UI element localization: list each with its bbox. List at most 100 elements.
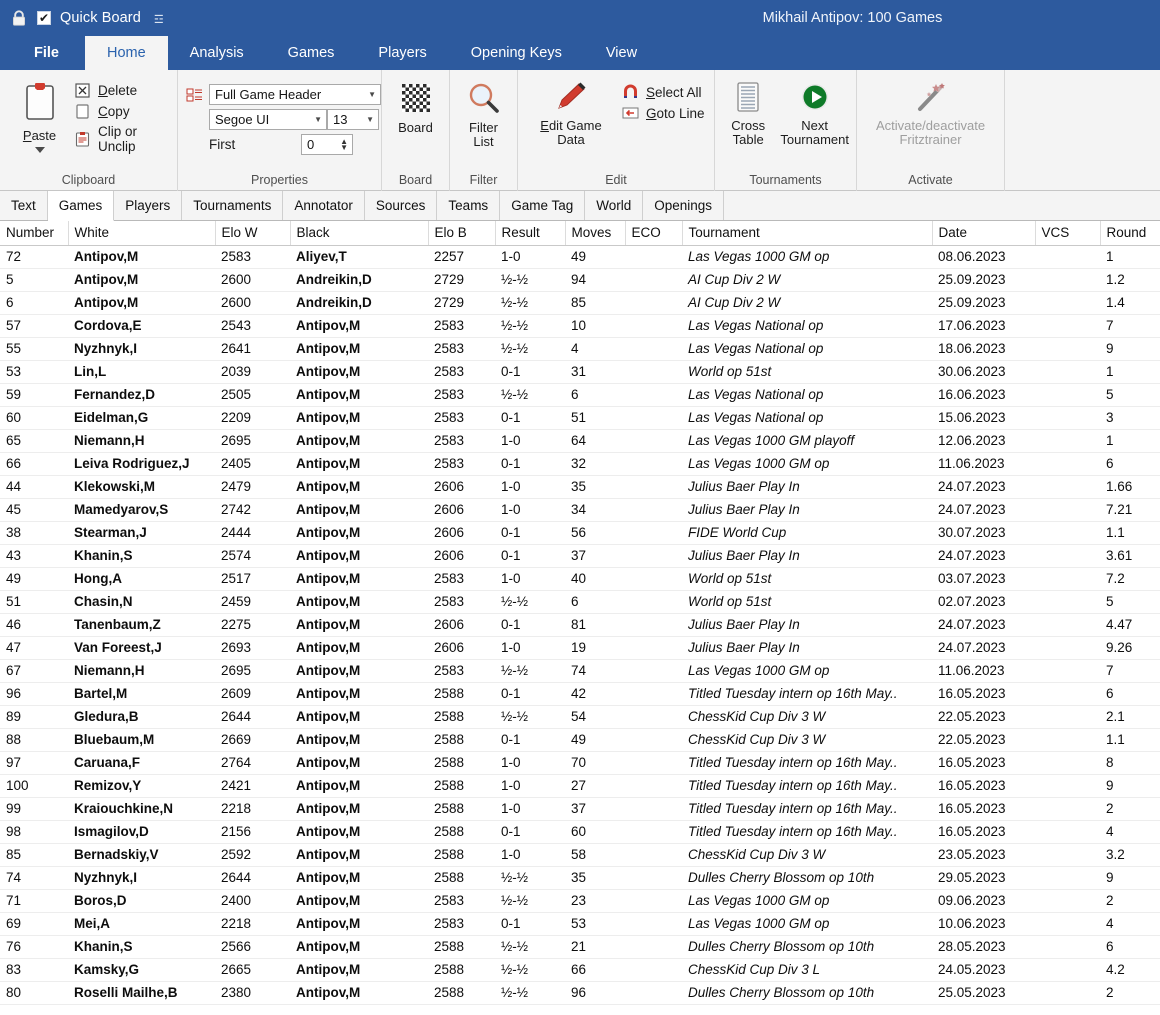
table-row[interactable]: 5 Antipov,M 2600 Andreikin,D 2729 ½-½ 94 AI Cup…: [0, 268, 1160, 292]
table-row[interactable]: 76 Khanin,S 2566 Antipov,M 2588 ½-½ 21 Dulles C…: [0, 935, 1160, 959]
cell-round: 7: [1100, 314, 1160, 338]
paste-button[interactable]: Paste: [11, 78, 68, 153]
next-tournament-button[interactable]: Next Tournament: [780, 78, 849, 147]
delete-button[interactable]: Delete: [74, 82, 170, 99]
view-tab-games[interactable]: Games: [47, 191, 115, 221]
table-row[interactable]: 80 Roselli Mailhe,B 2380 Antipov,M 2588 ½-½ 96…: [0, 981, 1160, 1005]
view-tab-openings[interactable]: Openings: [643, 191, 725, 220]
quick-board-checkbox[interactable]: ✔: [37, 11, 51, 25]
column-header-eco[interactable]: ECO: [625, 221, 683, 246]
table-row[interactable]: 96 Bartel,M 2609 Antipov,M 2588 0-1 42 Titled T…: [0, 682, 1160, 706]
ribbon-tab-players[interactable]: Players: [356, 36, 448, 70]
edit-game-data-button[interactable]: Edit Game Data: [528, 78, 614, 147]
table-row[interactable]: 100 Remizov,Y 2421 Antipov,M 2588 1-0 27 Titled…: [0, 774, 1160, 798]
view-tab-text[interactable]: Text: [0, 191, 48, 220]
table-row[interactable]: 72 Antipov,M 2583 Aliyev,T 2257 1-0 49 Las Vega…: [0, 245, 1160, 269]
ribbon-tab-opening-keys[interactable]: Opening Keys: [449, 36, 584, 70]
table-row[interactable]: 59 Fernandez,D 2505 Antipov,M 2583 ½-½ 6 Las Ve…: [0, 383, 1160, 407]
table-row[interactable]: 43 Khanin,S 2574 Antipov,M 2606 0-1 37 Julius B…: [0, 544, 1160, 568]
table-row[interactable]: 99 Kraiouchkine,N 2218 Antipov,M 2588 1-0 37 Ti…: [0, 797, 1160, 821]
table-row[interactable]: 53 Lin,L 2039 Antipov,M 2583 0-1 31 World op 51…: [0, 360, 1160, 384]
ribbon-group-edit: Edit Game Data Select All Goto Line Edit: [518, 70, 715, 191]
board-button[interactable]: Board: [389, 78, 442, 135]
column-header-round[interactable]: Round: [1100, 221, 1160, 246]
column-header-date[interactable]: Date: [932, 221, 1036, 246]
column-header-moves[interactable]: Moves: [565, 221, 626, 246]
activate-fritztrainer-button[interactable]: Activate/deactivate Fritztrainer: [864, 78, 997, 147]
view-tab-world[interactable]: World: [585, 191, 644, 220]
goto-line-button[interactable]: Goto Line: [622, 105, 705, 122]
table-row[interactable]: 89 Gledura,B 2644 Antipov,M 2588 ½-½ 54 ChessKi…: [0, 705, 1160, 729]
table-row[interactable]: 51 Chasin,N 2459 Antipov,M 2583 ½-½ 6 World op …: [0, 590, 1160, 614]
cell-eco: [625, 521, 682, 545]
cell-eco: [625, 406, 682, 430]
font-name-combo[interactable]: Segoe UI ▼: [209, 109, 327, 130]
column-header-tournament[interactable]: Tournament: [682, 221, 933, 246]
header-format-combo[interactable]: Full Game Header ▼: [209, 84, 381, 105]
table-row[interactable]: 38 Stearman,J 2444 Antipov,M 2606 0-1 56 FIDE W…: [0, 521, 1160, 545]
table-row[interactable]: 85 Bernadskiy,V 2592 Antipov,M 2588 1-0 58 Ches…: [0, 843, 1160, 867]
table-row[interactable]: 83 Kamsky,G 2665 Antipov,M 2588 ½-½ 66 ChessKid…: [0, 958, 1160, 982]
column-header-elo-b[interactable]: Elo B: [428, 221, 496, 246]
cell-moves: 23: [565, 889, 625, 913]
table-row[interactable]: 47 Van Foreest,J 2693 Antipov,M 2606 1-0 19 Jul…: [0, 636, 1160, 660]
view-tab-sources[interactable]: Sources: [365, 191, 438, 220]
first-spinner[interactable]: 0 ▲ ▼: [301, 134, 353, 155]
table-row[interactable]: 66 Leiva Rodriguez,J 2405 Antipov,M 2583 0-1 3…: [0, 452, 1160, 476]
cross-table-button[interactable]: Cross Table: [722, 78, 774, 147]
table-row[interactable]: 57 Cordova,E 2543 Antipov,M 2583 ½-½ 10 Las Veg…: [0, 314, 1160, 338]
table-row[interactable]: 6 Antipov,M 2600 Andreikin,D 2729 ½-½ 85 AI Cup…: [0, 291, 1160, 315]
font-size-combo[interactable]: 13 ▼: [327, 109, 379, 130]
table-row[interactable]: 97 Caruana,F 2764 Antipov,M 2588 1-0 70 Titled …: [0, 751, 1160, 775]
cell-black: Antipov,M: [290, 567, 428, 591]
table-row[interactable]: 71 Boros,D 2400 Antipov,M 2583 ½-½ 23 Las Vegas…: [0, 889, 1160, 913]
view-tab-annotator[interactable]: Annotator: [283, 191, 365, 220]
view-tab-game-tag[interactable]: Game Tag: [500, 191, 586, 220]
table-row[interactable]: 74 Nyzhnyk,I 2644 Antipov,M 2588 ½-½ 35 Dulles …: [0, 866, 1160, 890]
ribbon-tab-file[interactable]: File: [8, 36, 85, 70]
column-header-vcs[interactable]: VCS: [1035, 221, 1101, 246]
cell-round: 4: [1100, 912, 1160, 936]
cell-date: 18.06.2023: [932, 337, 1035, 361]
table-row[interactable]: 44 Klekowski,M 2479 Antipov,M 2606 1-0 35 Juliu…: [0, 475, 1160, 499]
table-row[interactable]: 98 Ismagilov,D 2156 Antipov,M 2588 0-1 60 Title…: [0, 820, 1160, 844]
copy-button[interactable]: Copy: [74, 103, 170, 120]
ribbon-tab-games[interactable]: Games: [266, 36, 357, 70]
column-header-result[interactable]: Result: [495, 221, 566, 246]
table-row[interactable]: 60 Eidelman,G 2209 Antipov,M 2583 0-1 51 Las Ve…: [0, 406, 1160, 430]
games-table-container[interactable]: Number White Elo W Black Elo B Result Moves ECO…: [0, 221, 1160, 1006]
table-row[interactable]: 55 Nyzhnyk,I 2641 Antipov,M 2583 ½-½ 4 Las Vega…: [0, 337, 1160, 361]
table-row[interactable]: 67 Niemann,H 2695 Antipov,M 2583 ½-½ 74 Las Veg…: [0, 659, 1160, 683]
table-row[interactable]: 49 Hong,A 2517 Antipov,M 2583 1-0 40 World op 5…: [0, 567, 1160, 591]
view-tab-tournaments[interactable]: Tournaments: [182, 191, 284, 220]
cell-elo-w: 2742: [215, 498, 290, 522]
view-tab-players[interactable]: Players: [114, 191, 183, 220]
table-row[interactable]: 45 Mamedyarov,S 2742 Antipov,M 2606 1-0 34 Juli…: [0, 498, 1160, 522]
cell-date: 23.05.2023: [932, 843, 1035, 867]
ribbon-tab-view[interactable]: View: [584, 36, 659, 70]
ribbon-group-board: Board Board: [382, 70, 450, 191]
column-header-number[interactable]: Number: [0, 221, 69, 246]
paste-dropdown-arrow[interactable]: [34, 147, 45, 153]
filter-list-button[interactable]: Filter List: [457, 78, 510, 149]
copy-icon: [74, 103, 91, 120]
table-row[interactable]: 78Burke,F2588Antipov,M25880-135Dulles Ch…: [0, 1004, 1160, 1006]
column-header-white[interactable]: White: [68, 221, 216, 246]
table-row[interactable]: 46 Tanenbaum,Z 2275 Antipov,M 2606 0-1 81 Juliu…: [0, 613, 1160, 637]
view-tab-teams[interactable]: Teams: [437, 191, 501, 220]
column-header-elo-w[interactable]: Elo W: [215, 221, 291, 246]
table-row[interactable]: 69 Mei,A 2218 Antipov,M 2583 0-1 53 Las Vegas 1…: [0, 912, 1160, 936]
ribbon-tab-home[interactable]: Home: [84, 36, 168, 70]
ribbon-group-tournaments: Cross Table Next Tournament Tournaments: [715, 70, 857, 191]
table-row[interactable]: 88 Bluebaum,M 2669 Antipov,M 2588 0-1 49 ChessK…: [0, 728, 1160, 752]
table-row[interactable]: 65 Niemann,H 2695 Antipov,M 2583 1-0 64 Las Veg…: [0, 429, 1160, 453]
clip-or-unclip-button[interactable]: Clip or Unclip: [74, 124, 170, 154]
customize-toolbar-icon[interactable]: ☲: [154, 13, 164, 26]
spinner-arrows-icon[interactable]: ▲ ▼: [340, 137, 350, 151]
column-header-black[interactable]: Black: [290, 221, 429, 246]
cell-elo-w: 2400: [215, 889, 290, 913]
lock-icon[interactable]: [10, 9, 28, 27]
ribbon-tab-analysis[interactable]: Analysis: [168, 36, 266, 70]
view-tab-label: Game Tag: [511, 198, 574, 213]
select-all-button[interactable]: Select All: [622, 84, 705, 101]
